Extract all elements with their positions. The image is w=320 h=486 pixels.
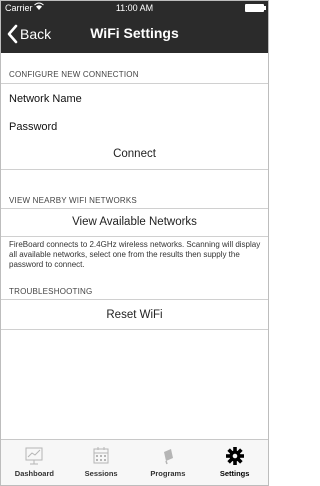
divider	[1, 83, 268, 84]
wifi-info-note: FireBoard connects to 2.4GHz wireless ne…	[9, 240, 261, 269]
nearby-section-header: VIEW NEARBY WIFI NETWORKS	[9, 196, 137, 205]
gear-icon	[224, 446, 246, 466]
tab-dashboard[interactable]: Dashboard	[1, 440, 68, 485]
navigation-bar: Back WiFi Settings	[1, 15, 268, 53]
divider	[1, 329, 268, 330]
divider	[1, 299, 268, 300]
divider	[1, 169, 268, 170]
network-name-field[interactable]: Network Name	[9, 93, 82, 105]
dashboard-icon	[23, 446, 45, 466]
tab-programs[interactable]: Programs	[135, 440, 202, 485]
calendar-icon	[90, 446, 112, 466]
tab-label: Dashboard	[14, 469, 54, 478]
tab-label: Settings	[219, 469, 250, 478]
back-button[interactable]: Back	[6, 24, 51, 44]
battery-icon	[245, 4, 266, 12]
tab-label: Sessions	[84, 469, 118, 478]
tab-sessions[interactable]: Sessions	[68, 440, 135, 485]
app-screen: Carrier 11:00 AM Back WiFi Settings CONF…	[0, 0, 269, 486]
troubleshooting-section-header: TROUBLESHOOTING	[9, 287, 93, 296]
status-bar: Carrier 11:00 AM	[1, 1, 268, 15]
view-networks-button[interactable]: View Available Networks	[1, 216, 268, 228]
programs-icon	[157, 446, 179, 466]
chevron-left-icon	[6, 24, 20, 44]
back-label: Back	[20, 26, 52, 42]
status-time: 11:00 AM	[115, 3, 154, 13]
connect-button[interactable]: Connect	[1, 148, 268, 160]
tab-bar: Dashboard Sessions Programs Settings	[1, 439, 268, 485]
configure-section-header: CONFIGURE NEW CONNECTION	[9, 70, 139, 79]
divider	[1, 208, 268, 209]
reset-wifi-button[interactable]: Reset WiFi	[1, 309, 268, 321]
tab-label: Programs	[150, 469, 186, 478]
password-field[interactable]: Password	[9, 121, 57, 133]
tab-settings[interactable]: Settings	[201, 440, 268, 485]
divider	[1, 236, 268, 237]
